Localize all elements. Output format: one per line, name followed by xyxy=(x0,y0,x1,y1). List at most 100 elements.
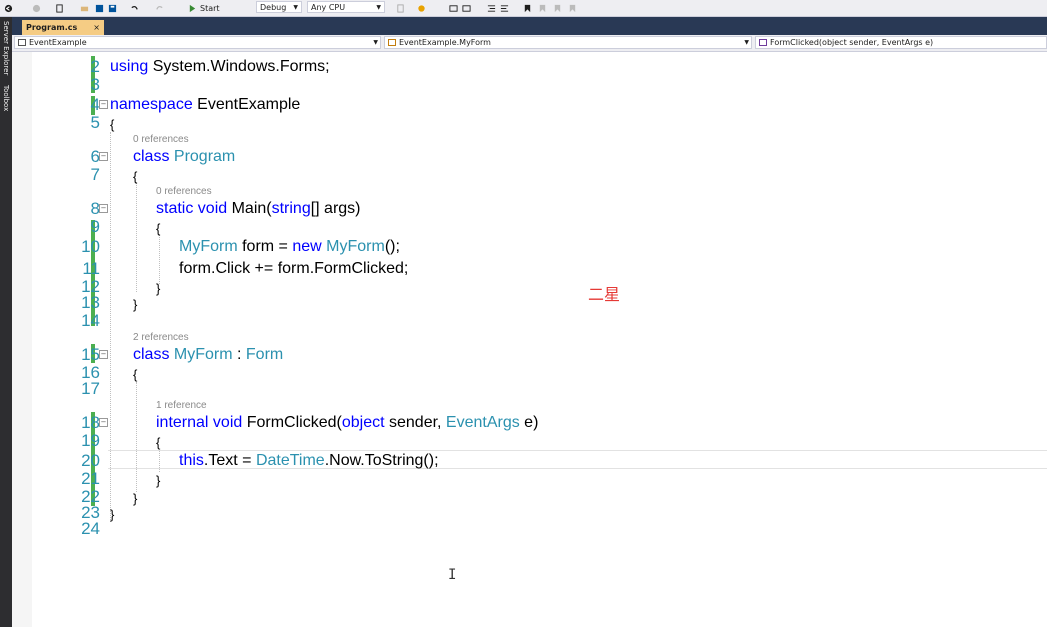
line-number: 21 xyxy=(81,469,100,488)
indent-icon xyxy=(487,4,496,12)
toolbar-button-2[interactable] xyxy=(417,2,426,14)
redo-button[interactable] xyxy=(155,2,164,14)
save-button[interactable] xyxy=(95,2,104,14)
class-icon xyxy=(388,39,396,46)
code-line-18[interactable]: internal void FormClicked(object sender,… xyxy=(156,413,538,432)
type-name: EventArgs xyxy=(445,414,520,431)
type-name: DateTime xyxy=(255,452,325,469)
code-line-8[interactable]: static void Main(string[] args) xyxy=(156,199,361,218)
toolbar-button-10[interactable] xyxy=(568,2,577,14)
project-dropdown[interactable]: EventExample ▼ xyxy=(14,36,381,49)
line-number: 20 xyxy=(81,451,100,470)
code-editor[interactable]: 2 3 4 5 6 7 8 9 10 11 12 13 14 15 16 17 … xyxy=(12,52,1047,627)
indent-guide xyxy=(136,382,138,492)
chevron-down-icon: ▼ xyxy=(373,39,378,46)
server-explorer-tab[interactable]: Server Explorer xyxy=(0,21,12,75)
fold-toggle[interactable]: − xyxy=(99,100,108,109)
code-text: Main( xyxy=(227,200,272,217)
class-dropdown[interactable]: EventExample.MyForm ▼ xyxy=(384,36,752,49)
toolbox-tab[interactable]: Toolbox xyxy=(0,85,12,111)
platform-select[interactable]: Any CPU ▼ xyxy=(307,1,385,13)
line-number: 14 xyxy=(81,311,100,330)
code-line-7[interactable]: { xyxy=(133,167,137,186)
class-value: EventExample.MyForm xyxy=(399,38,491,47)
toolbar-button-8[interactable] xyxy=(538,2,547,14)
line-number: 6 xyxy=(90,147,100,166)
line-number: 18 xyxy=(81,413,100,432)
undo-button[interactable] xyxy=(130,2,139,14)
code-line-20[interactable]: this.Text = DateTime.Now.ToString(); xyxy=(179,451,439,470)
fold-toggle[interactable]: − xyxy=(99,350,108,359)
codelens-references[interactable]: 0 references xyxy=(133,134,189,145)
code-line-6[interactable]: class Program xyxy=(133,147,235,166)
tab-program-cs[interactable]: Program.cs × xyxy=(22,20,104,35)
step-over-icon xyxy=(462,4,471,12)
save-all-button[interactable] xyxy=(108,2,117,14)
codelens-references[interactable]: 1 reference xyxy=(156,400,207,411)
line-number: 17 xyxy=(81,379,100,398)
code-line-12[interactable]: } xyxy=(156,279,160,298)
back-button[interactable] xyxy=(4,2,13,14)
keyword: this xyxy=(179,452,204,469)
toolbar-button-4[interactable] xyxy=(462,2,471,14)
member-dropdown[interactable]: FormClicked(object sender, EventArgs e) xyxy=(755,36,1047,49)
tab-label: Program.cs xyxy=(26,23,78,32)
bookmark-next-icon xyxy=(554,4,561,12)
play-icon xyxy=(189,4,196,12)
side-tool-strip: Server Explorer Toolbox xyxy=(0,17,12,627)
bookmark-icon xyxy=(524,4,531,12)
code-line-13[interactable]: } xyxy=(133,295,137,314)
toolbar-button-3[interactable] xyxy=(449,2,458,14)
browser-icon xyxy=(418,4,425,12)
navigate-forward-icon xyxy=(32,4,41,12)
save-icon xyxy=(95,4,104,12)
keyword: static void xyxy=(156,200,228,217)
code-line-23[interactable]: } xyxy=(110,505,114,524)
toolbar-button-7[interactable] xyxy=(523,2,532,14)
toolbar-button-1[interactable] xyxy=(396,2,405,14)
fold-toggle[interactable]: − xyxy=(99,204,108,213)
bookmark-prev-icon xyxy=(539,4,546,12)
line-number: 11 xyxy=(82,259,100,278)
code-line-9[interactable]: { xyxy=(156,219,160,238)
fold-toggle[interactable]: − xyxy=(99,418,108,427)
toolbar-button-9[interactable] xyxy=(553,2,562,14)
code-text: .Now.ToString(); xyxy=(324,452,439,469)
code-line-21[interactable]: } xyxy=(156,471,160,490)
line-number: 9 xyxy=(90,217,100,236)
code-text: : xyxy=(232,346,246,363)
code-line-19[interactable]: { xyxy=(156,433,160,452)
codelens-references[interactable]: 0 references xyxy=(156,186,212,197)
navigate-back-icon xyxy=(4,4,13,12)
code-line-16[interactable]: { xyxy=(133,365,137,384)
keyword: internal void xyxy=(156,414,243,431)
toolbar-button-5[interactable] xyxy=(487,2,496,14)
chevron-down-icon: ▼ xyxy=(376,4,381,11)
code-line-15[interactable]: class MyForm : Form xyxy=(133,345,283,364)
line-number: 3 xyxy=(90,75,100,94)
document-icon xyxy=(397,3,404,13)
main-toolbar: Start Debug ▼ Any CPU ▼ xyxy=(0,0,1047,17)
code-line-22[interactable]: } xyxy=(133,489,137,508)
codelens-references[interactable]: 2 references xyxy=(133,332,189,343)
member-value: FormClicked(object sender, EventArgs e) xyxy=(770,38,934,47)
open-button[interactable] xyxy=(80,2,89,14)
code-text: EventExample xyxy=(192,96,301,113)
configuration-select[interactable]: Debug ▼ xyxy=(256,1,302,13)
close-icon[interactable]: × xyxy=(93,23,100,32)
line-number: 10 xyxy=(81,237,100,256)
fold-toggle[interactable]: − xyxy=(99,152,108,161)
start-button[interactable]: Start xyxy=(188,2,220,14)
line-number: 24 xyxy=(81,519,100,538)
code-line-4[interactable]: namespace EventExample xyxy=(110,95,300,114)
code-line-10[interactable]: MyForm form = new MyForm(); xyxy=(179,237,400,256)
code-line-5[interactable]: { xyxy=(110,115,114,134)
toolbar-button-6[interactable] xyxy=(500,2,509,14)
code-line-2[interactable]: using System.Windows.Forms; xyxy=(110,57,330,76)
forward-button[interactable] xyxy=(32,2,41,14)
type-name: MyForm xyxy=(169,346,233,363)
code-line-11[interactable]: form.Click += form.FormClicked; xyxy=(179,259,408,278)
new-project-button[interactable] xyxy=(55,2,64,14)
line-number: 15 xyxy=(81,345,100,364)
indent-guide xyxy=(159,234,161,284)
